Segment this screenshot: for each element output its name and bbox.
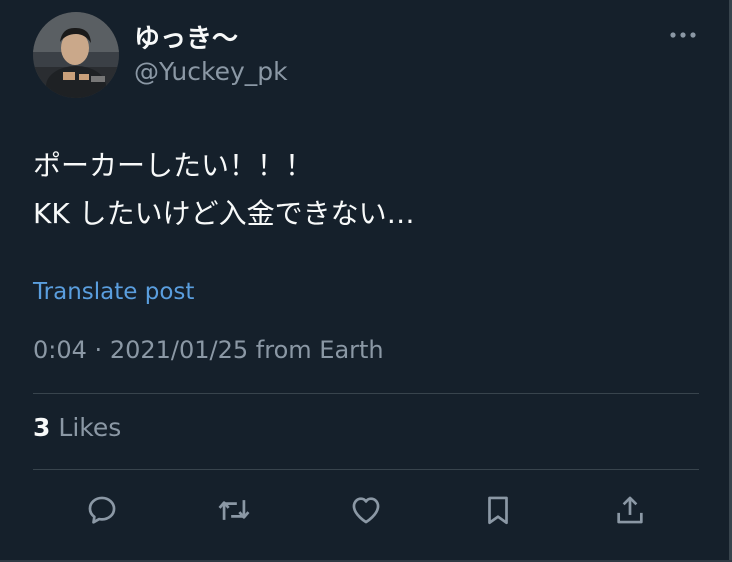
translate-post-link[interactable]: Translate post xyxy=(33,279,194,305)
retweet-icon xyxy=(218,500,250,520)
reply-icon xyxy=(88,496,116,524)
tweet-line: KK したいけど入金できない… xyxy=(33,197,415,230)
divider xyxy=(33,393,699,394)
likes-count: 3 xyxy=(33,413,51,442)
more-options-icon[interactable] xyxy=(668,28,698,42)
display-name[interactable]: ゆっき〜 xyxy=(134,18,238,55)
bookmark-icon xyxy=(488,496,508,525)
meta-separator: · xyxy=(94,336,103,364)
user-handle[interactable]: @Yuckey_pk xyxy=(134,57,288,86)
tweet-text: ポーカーしたい！！！ KK したいけど入金できない… xyxy=(33,142,415,238)
bookmark-button[interactable] xyxy=(478,490,518,530)
avatar-photo xyxy=(33,12,119,98)
tweet-date[interactable]: 2021/01/25 xyxy=(110,336,248,364)
tweet-source: from Earth xyxy=(255,336,384,364)
share-icon xyxy=(617,496,643,524)
retweet-button[interactable] xyxy=(214,490,254,530)
avatar[interactable] xyxy=(33,12,119,98)
tweet-time[interactable]: 0:04 xyxy=(33,336,87,364)
like-button[interactable] xyxy=(346,490,386,530)
reply-button[interactable] xyxy=(82,490,122,530)
tweet-metadata: 0:04 · 2021/01/25 from Earth xyxy=(33,336,384,364)
likes-stat[interactable]: 3 Likes xyxy=(33,413,121,442)
tweet-line: ポーカーしたい！！！ xyxy=(33,149,314,182)
divider xyxy=(33,469,699,470)
heart-icon xyxy=(352,497,380,524)
likes-label: Likes xyxy=(58,413,122,442)
share-button[interactable] xyxy=(610,490,650,530)
